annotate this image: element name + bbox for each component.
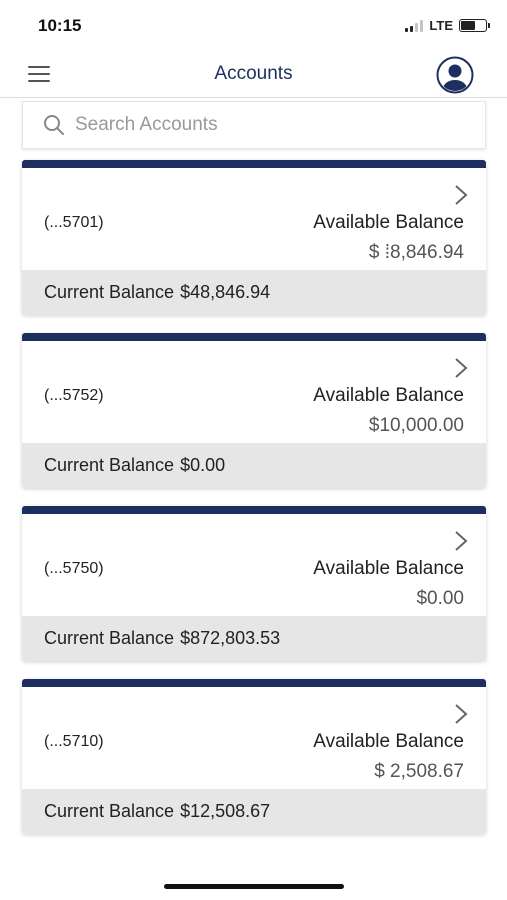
chevron-right-icon[interactable]	[454, 703, 468, 725]
current-balance-label: Current Balance	[44, 801, 175, 821]
available-balance-label: Available Balance	[313, 212, 464, 233]
account-number: (...5701)	[44, 214, 104, 231]
card-accent-stripe	[22, 160, 486, 168]
current-balance-label: Current Balance	[44, 282, 175, 302]
home-indicator[interactable]	[164, 884, 344, 889]
card-body: (...5750) Available Balance $0.00	[22, 514, 486, 616]
status-bar: 10:15 LTE	[0, 0, 507, 52]
profile-avatar-icon[interactable]	[436, 56, 474, 94]
available-balance-value: $ 2,508.67	[374, 761, 464, 782]
card-body: (...5710) Available Balance $ 2,508.67	[22, 687, 486, 789]
account-number: (...5750)	[44, 560, 104, 577]
account-card[interactable]: (...5750) Available Balance $0.00 Curren…	[22, 506, 486, 661]
current-balance-value: $872,803.53	[180, 628, 281, 648]
available-balance-value: $0.00	[416, 588, 464, 609]
chevron-right-icon[interactable]	[454, 530, 468, 552]
battery-icon	[459, 19, 490, 32]
search-icon	[44, 115, 64, 135]
card-footer: Current Balance $48,846.94	[22, 270, 486, 315]
card-footer: Current Balance $872,803.53	[22, 616, 486, 661]
chevron-right-icon[interactable]	[454, 184, 468, 206]
search-bar[interactable]	[22, 101, 486, 149]
card-accent-stripe	[22, 679, 486, 687]
available-balance-label: Available Balance	[313, 731, 464, 752]
current-balance-label: Current Balance	[44, 628, 175, 648]
account-number: (...5752)	[44, 387, 104, 404]
available-balance-label: Available Balance	[313, 558, 464, 579]
page-title: Accounts	[214, 63, 293, 84]
status-indicators: LTE	[405, 18, 490, 33]
account-card[interactable]: (...5710) Available Balance $ 2,508.67 C…	[22, 679, 486, 834]
card-footer: Current Balance $0.00	[22, 443, 486, 488]
account-number: (...5710)	[44, 733, 104, 750]
available-balance-value: $10,000.00	[368, 415, 464, 436]
card-accent-stripe	[22, 506, 486, 514]
account-card[interactable]: (...5701) Available Balance $ ⁞8,846.94 …	[22, 160, 486, 315]
account-card[interactable]: (...5752) Available Balance $10,000.00 C…	[22, 333, 486, 488]
current-balance-value: $0.00	[180, 455, 226, 475]
available-balance-label: Available Balance	[313, 385, 464, 406]
signal-strength-icon	[405, 19, 424, 32]
status-time: 10:15	[38, 16, 82, 35]
card-body: (...5701) Available Balance $ ⁞8,846.94	[22, 168, 486, 270]
nav-bar: Accounts	[0, 52, 507, 98]
card-accent-stripe	[22, 333, 486, 341]
chevron-right-icon[interactable]	[454, 357, 468, 379]
search-input[interactable]	[75, 114, 455, 136]
current-balance-label: Current Balance	[44, 455, 175, 475]
card-body: (...5752) Available Balance $10,000.00	[22, 341, 486, 443]
current-balance-value: $12,508.67	[180, 801, 271, 821]
available-balance-value: $ ⁞8,846.94	[368, 242, 464, 263]
network-type: LTE	[429, 18, 453, 33]
current-balance-value: $48,846.94	[180, 282, 271, 302]
card-footer: Current Balance $12,508.67	[22, 789, 486, 834]
